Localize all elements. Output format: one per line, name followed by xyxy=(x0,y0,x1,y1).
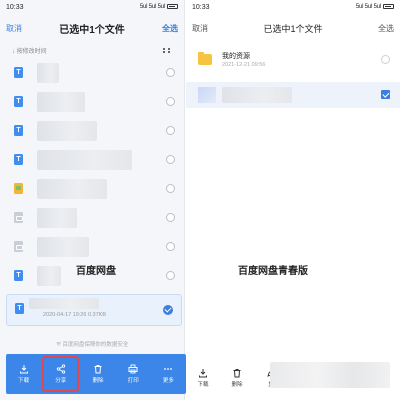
filename-blurred xyxy=(37,265,61,286)
sort-button[interactable]: ↓ 按修改时间 xyxy=(12,46,47,55)
folder-row[interactable]: 我的资源 2021-12-21 09:56 xyxy=(194,50,392,76)
file-list xyxy=(0,58,184,290)
selection-header: 取消 已选中1个文件 全选 xyxy=(0,14,184,42)
filename-blurred xyxy=(29,298,99,309)
selection-header: 取消 已选中1个文件 全选 xyxy=(186,14,400,42)
select-radio[interactable] xyxy=(166,213,175,222)
folder-date: 2021-12-21 09:56 xyxy=(222,62,266,68)
download-button[interactable]: 下载 xyxy=(6,354,41,394)
share-icon xyxy=(56,364,65,374)
download-icon xyxy=(19,365,28,374)
select-all-button[interactable]: 全选 xyxy=(162,23,178,34)
select-radio[interactable] xyxy=(166,68,175,77)
print-button[interactable]: 打印 xyxy=(116,354,151,394)
file-row[interactable] xyxy=(0,145,184,174)
filename-blurred xyxy=(222,87,292,103)
select-radio[interactable] xyxy=(381,55,390,64)
trash-icon xyxy=(233,369,241,378)
file-icon xyxy=(14,241,23,252)
watermark-label: 百度网盘青春版 xyxy=(238,266,308,277)
select-radio[interactable] xyxy=(166,242,175,251)
status-time: 10:33 xyxy=(192,3,210,11)
filename-blurred xyxy=(37,178,107,199)
delete-label: 删除 xyxy=(92,378,104,384)
signal-icon: 5ul 5ul 5ul xyxy=(355,4,381,10)
bottom-action-bar: 下载 删除 重 xyxy=(186,360,400,396)
cancel-button[interactable]: 取消 xyxy=(192,23,208,34)
folder-icon xyxy=(198,52,212,65)
status-bar: 10:33 5ul 5ul 5ul xyxy=(186,0,400,14)
select-radio[interactable] xyxy=(166,271,175,280)
print-icon xyxy=(128,364,138,374)
page-title: 已选中1个文件 xyxy=(263,23,323,34)
page-title: 已选中1个文件 xyxy=(59,24,125,36)
sort-bar: ↓ 按修改时间 xyxy=(0,42,184,58)
delete-label: 删除 xyxy=(231,382,243,388)
filename-blurred xyxy=(37,62,59,83)
share-button[interactable]: 分享 xyxy=(42,356,80,392)
filename-blurred xyxy=(37,149,132,170)
view-toggle-icon[interactable] xyxy=(163,47,170,53)
delete-button[interactable]: 删除 xyxy=(80,354,115,394)
file-row[interactable] xyxy=(0,58,184,87)
doc-icon xyxy=(15,303,24,314)
more-label: 更多 xyxy=(162,378,174,384)
left-app-screen: 10:33 5ul 5ul 5ul 取消 已选中1个文件 全选 ↓ 按修改时间 … xyxy=(0,0,185,400)
doc-icon xyxy=(14,154,23,165)
file-row[interactable] xyxy=(0,203,184,232)
selected-file-row[interactable]: 2020-04-17 19:26 0.37KB xyxy=(6,294,182,326)
battery-icon xyxy=(383,4,394,9)
file-row[interactable] xyxy=(0,232,184,261)
share-label: 分享 xyxy=(55,378,67,384)
watermark-label: 百度网盘 xyxy=(76,266,116,277)
file-row[interactable] xyxy=(0,116,184,145)
doc-icon xyxy=(14,270,23,281)
file-icon xyxy=(14,212,23,223)
more-button[interactable]: 更多 xyxy=(151,354,186,394)
filename-blurred xyxy=(37,120,97,141)
download-label: 下载 xyxy=(18,378,30,384)
battery-icon xyxy=(167,4,178,9)
status-bar: 10:33 5ul 5ul 5ul xyxy=(0,0,184,14)
selected-check-icon[interactable] xyxy=(163,305,173,315)
cancel-button[interactable]: 取消 xyxy=(6,23,22,34)
selected-check-icon[interactable] xyxy=(381,90,390,99)
doc-icon xyxy=(14,67,23,78)
file-row[interactable] xyxy=(0,174,184,203)
download-button[interactable]: 下载 xyxy=(186,368,220,388)
status-time: 10:33 xyxy=(6,3,24,11)
bottom-action-bar: 下载 分享 删除 打印 更多 xyxy=(6,354,186,394)
right-app-screen: 10:33 5ul 5ul 5ul 取消 已选中1个文件 全选 我的资源 202… xyxy=(186,0,400,400)
more-icon xyxy=(164,368,173,370)
signal-icon: 5ul 5ul 5ul xyxy=(139,4,165,10)
status-icons: 5ul 5ul 5ul xyxy=(140,4,178,10)
filename-blurred xyxy=(37,236,89,257)
print-label: 打印 xyxy=(127,378,139,384)
filename-blurred xyxy=(37,207,77,228)
select-radio[interactable] xyxy=(166,184,175,193)
sort-label: 按修改时间 xyxy=(16,48,47,55)
file-meta: 2020-04-17 19:26 0.37KB xyxy=(43,312,106,318)
download-icon xyxy=(199,369,207,378)
select-radio[interactable] xyxy=(166,97,175,106)
download-label: 下载 xyxy=(197,382,209,388)
filename-blurred xyxy=(37,91,85,112)
trash-icon xyxy=(94,365,102,374)
select-all-button[interactable]: 全选 xyxy=(378,23,394,34)
select-radio[interactable] xyxy=(166,126,175,135)
safety-note: ⛨ 百度网盘保障你的数据安全 xyxy=(0,340,184,349)
doc-icon xyxy=(14,125,23,136)
file-thumbnail-blurred xyxy=(198,87,216,103)
delete-button[interactable]: 删除 xyxy=(220,368,254,388)
image-icon xyxy=(14,183,23,194)
select-radio[interactable] xyxy=(166,155,175,164)
file-row[interactable] xyxy=(0,87,184,116)
status-icons: 5ul 5ul 5ul xyxy=(356,4,394,10)
doc-icon xyxy=(14,96,23,107)
selected-file-row[interactable] xyxy=(186,82,400,108)
safety-note-text: 百度网盘保障你的数据安全 xyxy=(62,342,129,348)
folder-name: 我的资源 xyxy=(222,53,250,60)
toolbar-blurred-region xyxy=(270,362,390,388)
